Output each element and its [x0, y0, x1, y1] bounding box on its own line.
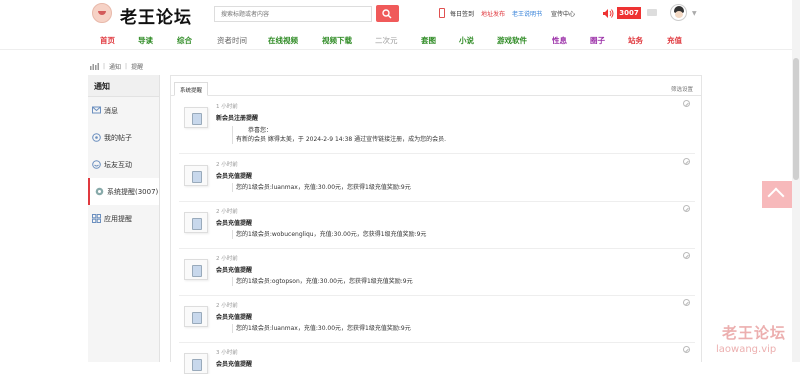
list-item: 2 小时前 会员充值提醒 您的1级会员:luanmax，充值:30.00元，您获…: [179, 156, 695, 202]
nav-item-recharge[interactable]: 充值: [667, 35, 682, 46]
tab-system-notices[interactable]: 系统提醒: [174, 82, 209, 96]
nav-item-time[interactable]: 资者时间: [217, 35, 247, 46]
notice-text: 有新的会员 嫁得太美，于 2024-2-9 14:38 通过宣传链接注册，成为您…: [236, 136, 447, 143]
sidebar-item-label: 应用提醒: [104, 214, 132, 223]
search-button[interactable]: [376, 5, 399, 22]
nav-item-novel[interactable]: 小说: [459, 35, 474, 46]
delete-icon[interactable]: [683, 158, 690, 165]
message-icon: [92, 106, 101, 115]
backup-link[interactable]: 老王说明书: [512, 9, 542, 18]
user-avatar[interactable]: [670, 4, 687, 21]
phone-icon: [439, 8, 445, 18]
notice-avatar: [184, 212, 208, 233]
notice-title: 会员充值提醒: [216, 314, 253, 321]
checkin-link[interactable]: 每日签到: [450, 9, 474, 18]
notice-title: 会员充值提醒: [216, 267, 253, 274]
list-item: 2 小时前 会员充值提醒 您的1级会员:ogtopson，充值:30.00元，您…: [179, 250, 695, 296]
notice-time: 2 小时前: [216, 303, 238, 309]
system-icon: [95, 187, 104, 196]
notice-avatar: [184, 259, 208, 280]
notice-avatar: [184, 306, 208, 327]
notice-time: 2 小时前: [216, 256, 238, 262]
site-logo[interactable]: 老王论坛: [120, 3, 192, 28]
notice-time: 1 小时前: [216, 104, 238, 110]
sidebar-item-label: 消息: [104, 106, 118, 115]
notice-tabs: 系统提醒 筛选设置: [171, 76, 701, 96]
sidebar: 通知 消息 我的帖子 坛友互动 系统提醒(3007) 应用提醒: [88, 75, 160, 362]
delete-icon[interactable]: [683, 299, 690, 306]
mail-icon[interactable]: [647, 9, 657, 16]
post-icon: [92, 133, 101, 142]
notice-title: 会员充值提醒: [216, 173, 253, 180]
list-item: 2 小时前 会员充值提醒 您的1级会员:wobucengliqu，充值:30.0…: [179, 203, 695, 249]
notification-count-badge[interactable]: 3007: [617, 7, 641, 19]
search-input[interactable]: [214, 6, 372, 22]
nav-item-gallery[interactable]: 套图: [421, 35, 436, 46]
interaction-icon: [92, 160, 101, 169]
homepage-link[interactable]: 宣传中心: [551, 9, 575, 18]
sidebar-item-label: 我的帖子: [104, 133, 132, 142]
top-bar: 老王论坛 每日签到 地址发布 老王说明书 宣传中心 3007 ▼: [0, 0, 800, 28]
breadcrumb-item-notice[interactable]: 通知: [109, 62, 121, 71]
breadcrumb-item-remind[interactable]: 提醒: [131, 62, 143, 71]
sidebar-item-label: 系统提醒(3007): [107, 187, 159, 196]
notice-body: 您的1级会员:luanmax，充值:30.00元，您获得1级充值奖励:9元: [232, 324, 411, 333]
watermark-url: laowang.vip: [716, 344, 777, 355]
nav-item-xingxi[interactable]: 性息: [552, 35, 567, 46]
publish-link[interactable]: 地址发布: [481, 9, 505, 18]
notice-avatar: [184, 107, 208, 128]
notice-greeting: 恭喜您：: [248, 127, 273, 134]
delete-icon[interactable]: [683, 205, 690, 212]
filter-settings-link[interactable]: 筛选设置: [671, 85, 693, 93]
delete-icon[interactable]: [683, 346, 690, 353]
list-item: 1 小时前 新会员注册提醒 恭喜您： 有新的会员 嫁得太美，于 2024-2-9…: [179, 98, 695, 154]
sidebar-item-app-notices[interactable]: 应用提醒: [88, 205, 159, 232]
scrollbar-thumb[interactable]: [793, 58, 799, 180]
app-icon: [92, 214, 101, 223]
home-icon[interactable]: [90, 63, 99, 70]
delete-icon[interactable]: [683, 252, 690, 259]
notice-time: 2 小时前: [216, 209, 238, 215]
page-scrollbar[interactable]: [792, 0, 800, 362]
notice-panel: 系统提醒 筛选设置 1 小时前 新会员注册提醒 恭喜您： 有新的会员 嫁得太美，…: [170, 75, 702, 374]
nav-item-anime[interactable]: 二次元: [375, 35, 398, 46]
notice-avatar: [184, 353, 208, 374]
notice-avatar: [184, 165, 208, 186]
nav-item-site-affairs[interactable]: 站务: [628, 35, 643, 46]
nav-item-home[interactable]: 首页: [100, 35, 115, 46]
notice-body: 您的1级会员:ogtopson，充值:30.00元，您获得1级充值奖励:9元: [232, 277, 413, 286]
notice-body: 您的1级会员:wobucengliqu，充值:30.00元，您获得1级充值奖励:…: [232, 230, 426, 239]
search-icon: [382, 9, 392, 19]
speaker-icon[interactable]: [602, 8, 614, 19]
sidebar-item-interaction[interactable]: 坛友互动: [88, 151, 159, 178]
back-to-top-button[interactable]: [762, 181, 792, 208]
nav-item-general[interactable]: 综合: [177, 35, 192, 46]
nav-item-circle[interactable]: 圈子: [590, 35, 605, 46]
notice-title: 会员充值提醒: [216, 361, 253, 368]
nav-item-online-video[interactable]: 在线视频: [268, 35, 298, 46]
sidebar-item-label: 坛友互动: [104, 160, 132, 169]
sidebar-item-my-posts[interactable]: 我的帖子: [88, 124, 159, 151]
sidebar-item-system-notices[interactable]: 系统提醒(3007): [88, 178, 159, 205]
nav-item-guide[interactable]: 导读: [138, 35, 153, 46]
list-item: 3 小时前 会员充值提醒: [179, 344, 695, 374]
sidebar-title: 通知: [88, 75, 159, 97]
notice-time: 3 小时前: [216, 350, 238, 356]
notice-body: 恭喜您： 有新的会员 嫁得太美，于 2024-2-9 14:38 通过宣传链接注…: [232, 126, 446, 144]
notice-title: 会员充值提醒: [216, 220, 253, 227]
chevron-down-icon[interactable]: ▼: [692, 10, 697, 17]
notice-body: 您的1级会员:luanmax，充值:30.00元，您获得1级充值奖励:9元: [232, 183, 411, 192]
notice-time: 2 小时前: [216, 162, 238, 168]
sidebar-item-messages[interactable]: 消息: [88, 97, 159, 124]
list-item: 2 小时前 会员充值提醒 您的1级会员:luanmax，充值:30.00元，您获…: [179, 297, 695, 343]
nav-item-video-download[interactable]: 视频下载: [322, 35, 352, 46]
main-nav: 首页 导读 综合 资者时间 在线视频 视频下载 二次元 套图 小说 游戏软件 性…: [0, 28, 800, 50]
logo-icon[interactable]: [92, 3, 112, 23]
delete-icon[interactable]: [683, 100, 690, 107]
watermark-logo: 老王论坛: [722, 324, 787, 342]
nav-item-games[interactable]: 游戏软件: [497, 35, 527, 46]
breadcrumb: | 通知 | 提醒: [90, 62, 143, 71]
notice-title: 新会员注册提醒: [216, 115, 259, 122]
